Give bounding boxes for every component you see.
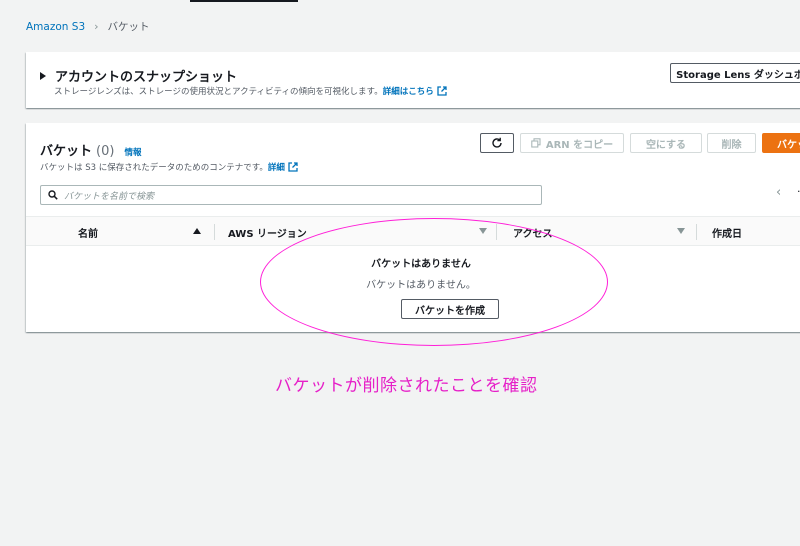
column-header-region[interactable]: AWS リージョン [228,225,307,240]
search-placeholder: バケットを名前で検索 [64,191,155,202]
sort-icon[interactable] [677,228,685,234]
empty-state-message: バケットはありません。 [366,280,476,291]
external-link-icon [437,86,447,96]
storage-lens-dashboard-button[interactable]: Storage Lens ダッシュボード [670,63,800,83]
buckets-panel: バケット (0) 情報 バケットは S3 に保存されたデータのためのコンテナです… [26,123,800,332]
empty-bucket-button[interactable]: 空にする [630,133,702,153]
column-header-access[interactable]: アクセス [513,225,553,240]
refresh-icon [492,137,502,148]
column-header-name[interactable]: 名前 [78,225,98,240]
buckets-count: (0) [96,144,115,159]
table-header: 名前 AWS リージョン アクセス 作成日 [26,216,800,246]
column-header-created[interactable]: 作成日 [712,225,742,240]
buckets-header: バケット (0) 情報 [40,140,141,159]
snapshot-title: アカウントのスナップショット [55,70,238,85]
sort-ascending-icon[interactable] [193,228,201,234]
account-snapshot-panel: アカウントのスナップショット ストレージレンズは、ストレージの使用状況とアクティ… [26,52,800,108]
refresh-button[interactable] [480,133,514,153]
delete-bucket-button[interactable]: 削除 [707,133,756,153]
breadcrumb: Amazon S3 › バケット [26,19,150,34]
buckets-title: バケット [40,144,93,159]
sort-icon[interactable] [479,228,487,234]
breadcrumb-current: バケット [107,21,150,33]
column-divider [496,224,497,240]
previous-page-icon[interactable]: ‹ [776,185,781,200]
snapshot-description: ストレージレンズは、ストレージの使用状況とアクティビティの傾向を可視化します。詳… [54,85,447,97]
column-divider [214,224,215,240]
buckets-details-link[interactable]: 詳細 [268,163,285,173]
caret-right-icon [40,71,46,80]
annotation-text: バケットが削除されたことを確認 [275,376,538,396]
snapshot-details-link[interactable]: 詳細はこちら [383,87,434,97]
breadcrumb-root[interactable]: Amazon S3 [26,21,85,33]
search-input[interactable]: バケットを名前で検索 [40,185,542,205]
copy-arn-button[interactable]: ARN をコピー [520,133,624,153]
create-bucket-button[interactable]: バケットを作成 [762,133,800,153]
info-link[interactable]: 情報 [124,146,141,158]
search-icon [48,190,58,200]
empty-state-create-bucket-button[interactable]: バケットを作成 [401,299,499,319]
snapshot-toggle[interactable]: アカウントのスナップショット [40,66,237,85]
chevron-right-icon: › [94,20,99,33]
external-link-icon [288,162,298,172]
empty-state-title: バケットはありません [371,259,471,270]
buckets-description: バケットは S3 に保存されたデータのためのコンテナです。詳細 [40,161,298,173]
top-border [0,0,800,4]
column-divider [696,224,697,240]
copy-icon [531,138,541,148]
